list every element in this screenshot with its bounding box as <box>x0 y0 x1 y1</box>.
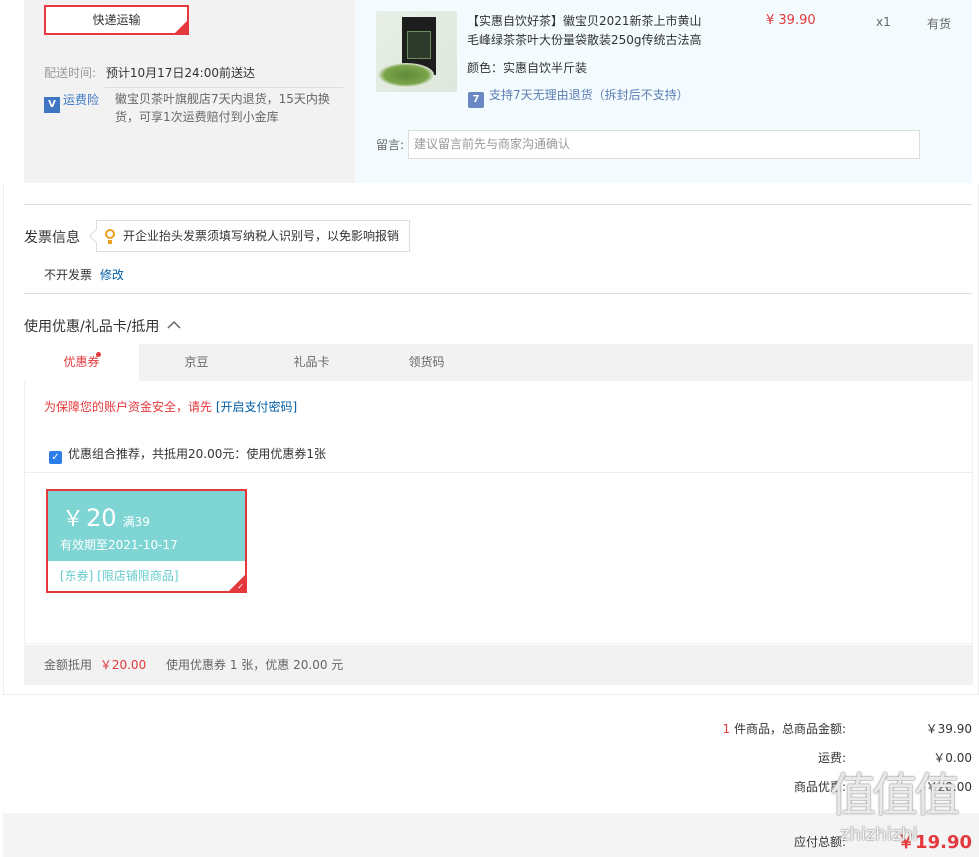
product-title[interactable]: 【实惠自饮好茶】徽宝贝2021新茶上市黄山 毛峰绿茶茶叶大份量袋散装250g传统… <box>467 12 717 50</box>
shipping-method-label: 快递运输 <box>92 13 141 27</box>
insurance-desc-line2: 货，可享1次运费赔付到小金库 <box>115 110 279 124</box>
return-policy-text: 支持7天无理由退货（拆封后不支持） <box>489 88 689 102</box>
divider <box>24 204 972 205</box>
watermark-char: 值 <box>830 768 876 822</box>
divider <box>25 472 972 473</box>
watermark-site: zhizhizhi <box>840 824 918 845</box>
insurance-icon: V <box>44 97 60 113</box>
check-icon: ✓ <box>237 582 244 591</box>
tab-coupon[interactable]: 优惠券 <box>24 344 139 381</box>
total-items-value: ￥39.90 <box>925 722 972 736</box>
delivery-time: 配送时间: 预计10月17日24:00前送达 <box>44 64 255 81</box>
invoice-tip: 开企业抬头发票须填写纳税人识别号，以免影响报销 <box>88 220 410 252</box>
product-qty: x1 <box>876 15 891 29</box>
watermark-logo: 值值值 <box>830 768 960 822</box>
delivery-time-label: 配送时间: <box>44 66 97 80</box>
delivery-time-value: 预计10月17日24:00前送达 <box>105 66 255 80</box>
seven-day-return-icon: 7 <box>468 92 484 108</box>
summary-label: 金额抵用 <box>44 658 93 672</box>
bulb-base <box>108 240 112 244</box>
watermark-char: 值 <box>914 768 960 822</box>
security-warning: 为保障您的账户资金安全，请先 [开启支付密码] <box>44 398 297 415</box>
combo-text: 优惠组合推荐，共抵用20.00元：使用优惠券1张 <box>68 447 326 461</box>
bulb-icon <box>105 229 115 239</box>
message-input[interactable]: 建议留言前先与商家沟通确认 <box>408 130 920 159</box>
tab-coupon-label: 优惠券 <box>63 355 100 369</box>
product-title-line1: 【实惠自饮好茶】徽宝贝2021新茶上市黄山 <box>467 14 702 28</box>
total-items-row: 1 件商品，总商品金额: <box>723 720 847 737</box>
combo-recommend[interactable]: ✓ 优惠组合推荐，共抵用20.00元：使用优惠券1张 <box>49 445 326 464</box>
tea-leaves-graphic <box>378 63 434 87</box>
discount-toggle[interactable]: 使用优惠/礼品卡/抵用 <box>24 316 181 336</box>
invoice-title: 发票信息 <box>24 230 80 246</box>
shipping-insurance[interactable]: V 运费险 <box>44 91 99 113</box>
summary-amount: ￥20.00 <box>99 658 147 672</box>
freight-value: ￥0.00 <box>933 751 972 765</box>
product-title-line2: 毛峰绿茶茶叶大份量袋散装250g传统古法高 <box>467 33 702 47</box>
invoice-status-text: 不开发票 <box>44 268 93 282</box>
insurance-desc-line1: 徽宝贝茶叶旗舰店7天内退货，15天内换 <box>115 92 330 106</box>
product-stock: 有货 <box>927 17 952 31</box>
total-items-label: 件商品，总商品金额: <box>730 722 846 736</box>
coupon-top: ￥20 满39 有效期至2021-10-17 <box>48 491 245 561</box>
freight-label: 运费: <box>817 751 846 765</box>
insurance-label: 运费险 <box>63 93 100 107</box>
total-items-count: 1 <box>722 722 731 736</box>
checkbox-checked-icon[interactable]: ✓ <box>49 451 62 464</box>
discount-title: 使用优惠/礼品卡/抵用 <box>24 319 160 335</box>
return-policy: 7 支持7天无理由退货（拆封后不支持） <box>468 86 689 108</box>
divider <box>24 293 972 294</box>
security-warning-text: 为保障您的账户资金安全，请先 <box>44 400 213 414</box>
tea-label-graphic <box>407 31 431 59</box>
coupon-card[interactable]: ￥20 满39 有效期至2021-10-17 [东券] [限店铺限商品] ✓ <box>46 489 247 593</box>
coupon-amount: 20 <box>86 504 117 532</box>
watermark-char: 值 <box>872 768 918 822</box>
watermark: 值值值 zhizhizhi <box>830 770 976 856</box>
coupon-validity: 有效期至2021-10-17 <box>60 538 178 552</box>
discount-tabs: 优惠券 京豆 礼品卡 领货码 <box>24 344 973 381</box>
coupon-currency: ￥ <box>62 507 85 532</box>
message-label: 留言: <box>376 138 405 152</box>
product-color: 颜色：实惠自饮半斤装 <box>467 61 588 75</box>
invoice-tip-text: 开企业抬头发票须填写纳税人识别号，以免影响报销 <box>123 229 400 243</box>
enable-pay-password-link[interactable]: [开启支付密码] <box>216 400 297 414</box>
tab-giftcard[interactable]: 礼品卡 <box>254 344 369 381</box>
invoice-modify-link[interactable]: 修改 <box>100 268 124 282</box>
chevron-up-icon <box>167 320 181 329</box>
product-image[interactable] <box>376 11 457 92</box>
new-dot-icon <box>96 352 101 357</box>
summary-desc: 使用优惠券 1 张，优惠 20.00 元 <box>166 658 344 672</box>
coupon-tags: [东券] [限店铺限商品] <box>60 569 179 583</box>
discount-summary: 金额抵用 ￥20.00 使用优惠券 1 张，优惠 20.00 元 <box>24 645 973 685</box>
insurance-desc: 徽宝贝茶叶旗舰店7天内退货，15天内换 货，可享1次运费赔付到小金库 <box>115 90 340 126</box>
selected-corner-icon <box>175 21 187 33</box>
coupon-value: ￥20 满39 <box>62 501 150 533</box>
tab-pickup-code[interactable]: 领货码 <box>369 344 484 381</box>
tab-jingdou[interactable]: 京豆 <box>139 344 254 381</box>
coupon-condition: 满39 <box>122 515 150 529</box>
shipping-method-button[interactable]: 快递运输 <box>44 5 189 35</box>
divider <box>105 87 343 88</box>
invoice-status: 不开发票 修改 <box>44 266 124 283</box>
product-price: ¥ 39.90 <box>766 13 816 28</box>
